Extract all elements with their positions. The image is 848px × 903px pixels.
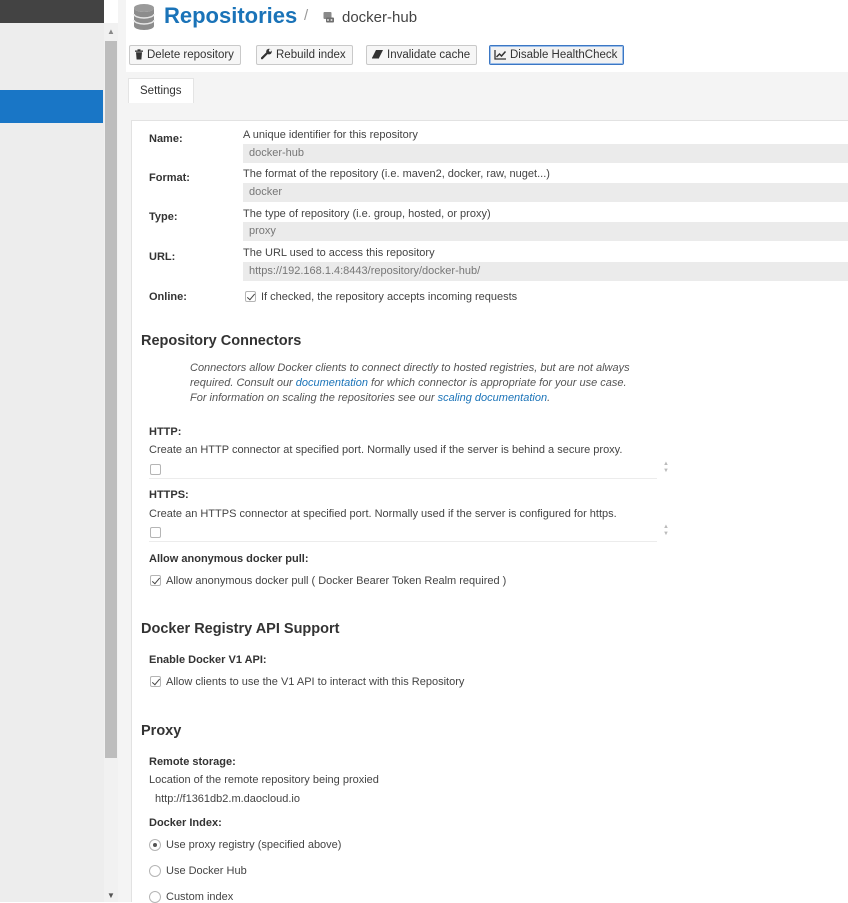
docker-index-custom-radio[interactable]: [149, 891, 161, 903]
docker-index-proxy-text: Use proxy registry (specified above): [166, 839, 342, 851]
anonymous-pull-text: Allow anonymous docker pull ( Docker Bea…: [166, 575, 507, 587]
invalidate-cache-button[interactable]: Invalidate cache: [366, 45, 478, 65]
database-icon: [133, 4, 155, 30]
page-title[interactable]: Repositories: [164, 3, 297, 29]
http-label: HTTP:: [149, 426, 182, 438]
docker-repo-icon: [323, 12, 334, 23]
name-label: Name:: [149, 133, 183, 145]
url-field[interactable]: https://192.168.1.4:8443/repository/dock…: [243, 262, 848, 281]
disable-healthcheck-label: Disable HealthCheck: [510, 49, 618, 61]
format-help: The format of the repository (i.e. maven…: [243, 168, 550, 180]
tab-bar: Settings: [126, 72, 848, 109]
http-desc: Create an HTTP connector at specified po…: [149, 444, 623, 456]
https-desc: Create an HTTPS connector at specified p…: [149, 508, 617, 520]
http-port-input[interactable]: [149, 458, 657, 479]
toolbar: Delete repository Rebuild index Invalida…: [126, 41, 848, 71]
delete-repository-button[interactable]: Delete repository: [129, 45, 241, 65]
docker-index-hub-radio[interactable]: [149, 865, 161, 877]
rebuild-index-button[interactable]: Rebuild index: [256, 45, 353, 65]
breadcrumb: Repositories / docker-hub: [126, 0, 848, 40]
proxy-heading: Proxy: [141, 723, 182, 739]
docker-index-hub-text: Use Docker Hub: [166, 865, 247, 877]
scrollbar-thumb[interactable]: [105, 41, 117, 758]
registry-api-heading: Docker Registry API Support: [141, 621, 340, 637]
url-help: The URL used to access this repository: [243, 247, 435, 259]
name-help: A unique identifier for this repository: [243, 129, 418, 141]
type-help: The type of repository (i.e. group, host…: [243, 208, 491, 220]
https-label: HTTPS:: [149, 489, 189, 501]
anonymous-pull-label: Allow anonymous docker pull:: [149, 553, 309, 565]
remote-storage-desc: Location of the remote repository being …: [149, 774, 379, 786]
docker-index-proxy-radio[interactable]: [149, 839, 161, 851]
tab-settings[interactable]: Settings: [128, 78, 194, 103]
gutter: [118, 0, 126, 902]
http-port-spinner[interactable]: ▲ ▼: [662, 461, 670, 475]
rebuild-index-label: Rebuild index: [276, 49, 346, 61]
line-chart-icon: [494, 50, 507, 60]
documentation-link[interactable]: documentation: [296, 377, 368, 389]
disable-healthcheck-button[interactable]: Disable HealthCheck: [489, 45, 625, 65]
format-field[interactable]: docker: [243, 183, 848, 202]
delete-repository-label: Delete repository: [147, 49, 234, 61]
format-label: Format:: [149, 172, 190, 184]
trash-icon: [135, 49, 143, 60]
sidebar-item-selected[interactable]: [0, 90, 103, 123]
v1-api-label: Enable Docker V1 API:: [149, 654, 267, 666]
type-label: Type:: [149, 211, 178, 223]
online-label: Online:: [149, 291, 187, 303]
scroll-up-icon[interactable]: ▲: [104, 27, 118, 36]
scroll-down-icon[interactable]: ▼: [104, 891, 118, 900]
wrench-icon: [260, 48, 272, 60]
docker-index-label: Docker Index:: [149, 817, 222, 829]
remote-storage-label: Remote storage:: [149, 756, 236, 768]
invalidate-cache-label: Invalidate cache: [387, 49, 471, 61]
anonymous-pull-checkbox[interactable]: [150, 575, 161, 586]
scaling-documentation-link[interactable]: scaling documentation: [438, 392, 547, 404]
remote-storage-value[interactable]: http://f1361db2.m.daocloud.io: [155, 793, 300, 805]
https-port-input[interactable]: [149, 521, 657, 542]
online-checkbox-text: If checked, the repository accepts incom…: [261, 291, 518, 303]
online-checkbox[interactable]: [245, 291, 256, 302]
v1-api-text: Allow clients to use the V1 API to inter…: [166, 676, 465, 688]
url-label: URL:: [149, 251, 176, 263]
name-field[interactable]: docker-hub: [243, 144, 848, 163]
connectors-note-text-3: .: [547, 392, 551, 404]
sidebar-header: [0, 0, 104, 23]
type-field[interactable]: proxy: [243, 222, 848, 241]
breadcrumb-current: docker-hub: [342, 9, 418, 26]
https-port-spinner[interactable]: ▲ ▼: [662, 524, 670, 538]
sidebar-scrollbar[interactable]: ▲ ▼: [104, 23, 118, 902]
breadcrumb-separator: /: [304, 7, 309, 24]
v1-api-checkbox[interactable]: [150, 676, 161, 687]
connectors-note: Connectors allow Docker clients to conne…: [190, 361, 630, 406]
connectors-heading: Repository Connectors: [141, 333, 302, 349]
sidebar: [0, 0, 104, 902]
eraser-icon: [372, 50, 383, 59]
docker-index-custom-text: Custom index: [166, 891, 234, 903]
